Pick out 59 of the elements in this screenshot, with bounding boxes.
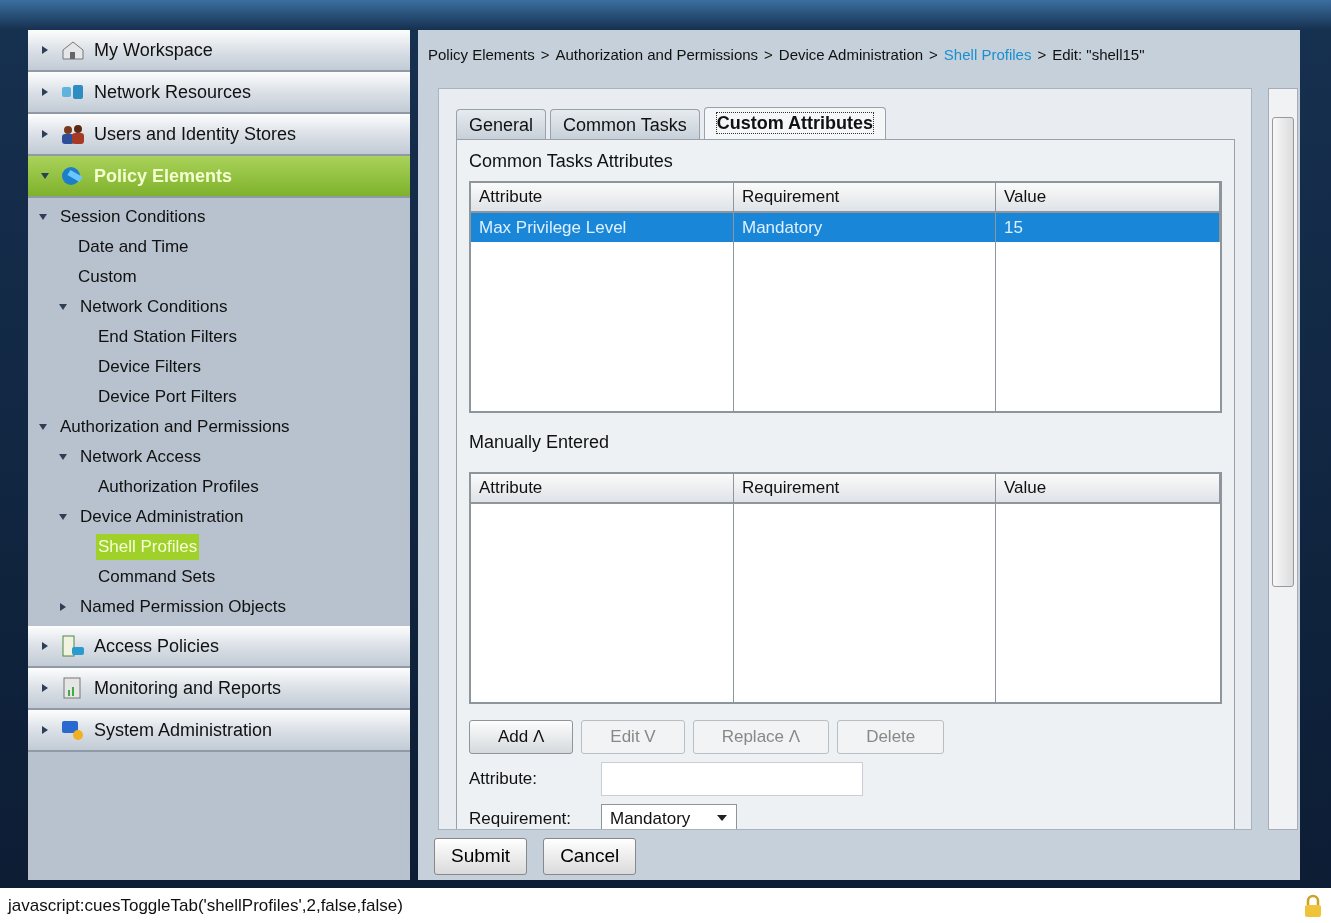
tree-item[interactable]: Device Administration (78, 504, 246, 530)
tree-item[interactable]: Device Filters (96, 354, 203, 380)
tree-item[interactable]: Custom (76, 264, 139, 290)
breadcrumb-text: Device Administration (778, 44, 924, 65)
tree-item[interactable]: Session Conditions (58, 204, 208, 230)
form-button[interactable]: Submit (434, 838, 528, 875)
tree-item[interactable]: Device Port Filters (96, 384, 239, 410)
tree-item[interactable]: Network Conditions (78, 294, 230, 320)
tab[interactable]: General (456, 109, 547, 139)
breadcrumb-text: Authorization and Permissions (555, 44, 759, 65)
breadcrumb-separator: > (540, 44, 550, 65)
nav-section[interactable]: Network Resources (28, 72, 410, 114)
collapse-arrow-icon[interactable] (38, 422, 50, 432)
tree-item[interactable]: Authorization and Permissions (58, 414, 292, 440)
tree-item[interactable]: Authorization Profiles (96, 474, 261, 500)
status-text: javascript:cuesToggleTab('shellProfiles',2,false,false) (8, 894, 403, 917)
nav-section[interactable]: My Workspace (28, 30, 410, 72)
collapse-arrow-icon[interactable] (40, 171, 52, 181)
tree-item[interactable]: Date and Time (76, 234, 191, 260)
section-icon (60, 123, 86, 145)
dropdown-caret-icon (716, 814, 728, 823)
collapse-arrow-icon[interactable] (38, 212, 50, 222)
section-icon (60, 719, 86, 741)
tree-item[interactable]: Command Sets (96, 564, 218, 590)
scrollbar[interactable] (1268, 88, 1298, 830)
collapse-arrow-icon[interactable] (58, 302, 70, 312)
tree-item[interactable]: Network Access (78, 444, 203, 470)
section-title: Common Tasks Attributes (469, 150, 674, 173)
nav-section[interactable]: Users and Identity Stores (28, 114, 410, 156)
column-header[interactable]: Requirement (734, 183, 996, 213)
breadcrumb-separator: > (764, 44, 773, 65)
action-button[interactable]: Add Λ (469, 720, 574, 754)
requirement-label: Requirement: (469, 807, 573, 829)
breadcrumb-separator: > (929, 44, 938, 65)
column-header[interactable]: Value (996, 474, 1220, 504)
attribute-label: Attribute: (469, 767, 539, 790)
collapse-arrow-icon[interactable] (58, 452, 70, 462)
form-button[interactable]: Cancel (543, 838, 637, 875)
lock-icon (1303, 893, 1323, 918)
column-header[interactable]: Requirement (734, 474, 996, 504)
nav-section[interactable]: System Administration (28, 710, 410, 752)
nav-section[interactable]: Monitoring and Reports (28, 668, 410, 710)
breadcrumb-text: Policy Elements (428, 44, 535, 65)
section-icon (60, 635, 86, 657)
attribute-input[interactable] (601, 761, 863, 796)
tree-item[interactable]: End Station Filters (96, 324, 239, 350)
column-header[interactable]: Attribute (471, 183, 734, 213)
breadcrumb-separator: > (1037, 44, 1047, 65)
collapse-arrow-icon[interactable] (58, 512, 70, 522)
column-header[interactable]: Value (996, 183, 1220, 213)
section-title: Manually Entered (469, 431, 611, 454)
section-icon (60, 39, 86, 61)
tree-item[interactable]: Named Permission Objects (78, 594, 288, 620)
breadcrumb-text: Edit: "shell15" (1052, 44, 1145, 65)
tab[interactable]: Common Tasks (550, 109, 700, 139)
column-header[interactable]: Attribute (471, 474, 734, 504)
tab[interactable]: Custom Attributes (703, 107, 887, 139)
requirement-dropdown[interactable]: Mandatory (601, 803, 737, 829)
nav-section[interactable]: Access Policies (28, 626, 410, 668)
